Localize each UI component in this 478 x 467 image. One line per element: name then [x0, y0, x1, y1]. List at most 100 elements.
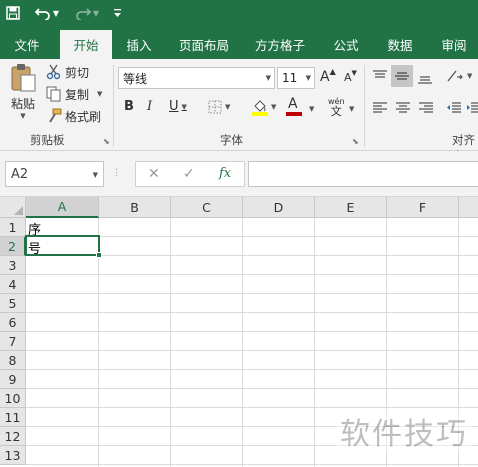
formula-input[interactable]: [248, 161, 478, 187]
increase-font-size-button[interactable]: A ▲: [320, 67, 336, 86]
underline-button[interactable]: U ▼: [169, 99, 187, 114]
ribbon: 粘贴 ▼ 剪切 复制 ▼ 格式刷 剪贴板 ⬊ 等线 ▼ 11 ▼ A ▲ A ▼ B…: [0, 59, 478, 163]
italic-button[interactable]: I: [147, 99, 152, 114]
row-header-12[interactable]: 12: [0, 427, 26, 446]
font-name-value: 等线: [123, 71, 148, 86]
enter-icon[interactable]: ✓: [183, 166, 195, 182]
row-header-2[interactable]: 2: [0, 237, 26, 256]
orientation-dropdown-icon[interactable]: ▼: [467, 72, 472, 80]
cancel-icon[interactable]: ✕: [148, 166, 160, 182]
clipboard-launcher-icon[interactable]: ⬊: [103, 137, 110, 146]
align-bottom-button[interactable]: [417, 71, 433, 85]
formula-bar-resize-handle[interactable]: · · ·: [115, 166, 118, 182]
decrease-indent-button[interactable]: [446, 101, 462, 115]
underline-dropdown-icon[interactable]: ▼: [182, 103, 187, 111]
select-all-button[interactable]: [0, 197, 26, 218]
borders-button[interactable]: ▼: [208, 100, 230, 114]
tab-review[interactable]: 审阅: [432, 30, 476, 59]
row-header-9[interactable]: 9: [0, 370, 26, 389]
formula-bar: A2 ▼ · · · ✕ ✓ fx: [0, 151, 478, 197]
redo-dropdown-icon[interactable]: ▼: [93, 9, 99, 18]
align-middle-button[interactable]: [391, 65, 413, 87]
tab-formulas[interactable]: 公式: [324, 30, 368, 59]
name-box-value: A2: [11, 166, 29, 182]
fill-color-button[interactable]: ▼: [252, 98, 276, 116]
border-icon: [208, 100, 222, 114]
align-right-icon: [419, 102, 433, 113]
decrease-font-size-button[interactable]: A ▼: [344, 69, 357, 85]
font-color-dropdown-icon[interactable]: ▼: [309, 105, 314, 113]
font-color-button[interactable]: A: [286, 97, 302, 116]
paint-bucket-icon: [252, 100, 268, 116]
name-box[interactable]: A2 ▼: [5, 161, 104, 187]
customize-qat-icon[interactable]: [110, 3, 124, 23]
bold-button[interactable]: B: [124, 99, 134, 114]
align-bottom-icon: [418, 76, 432, 84]
tab-page-layout[interactable]: 页面布局: [172, 30, 236, 59]
undo-button[interactable]: ▼: [32, 3, 62, 23]
copy-button[interactable]: 复制 ▼: [46, 85, 102, 103]
row-header-13[interactable]: 13: [0, 446, 26, 465]
chevron-down-icon[interactable]: ▼: [93, 171, 98, 179]
paste-button[interactable]: 粘贴 ▼: [6, 63, 40, 127]
align-top-icon: [373, 70, 387, 78]
column-header-e[interactable]: E: [315, 197, 387, 218]
column-header-f[interactable]: F: [387, 197, 459, 218]
quick-access-toolbar: ▼ ▼: [0, 0, 478, 26]
active-cell-a2[interactable]: [25, 235, 102, 258]
row-header-3[interactable]: 3: [0, 256, 26, 275]
row-header-6[interactable]: 6: [0, 313, 26, 332]
row-header-10[interactable]: 10: [0, 389, 26, 408]
tab-home[interactable]: 开始: [60, 30, 112, 59]
undo-dropdown-icon[interactable]: ▼: [53, 9, 59, 18]
format-painter-button[interactable]: 格式刷: [46, 107, 101, 125]
gridline: [26, 388, 478, 389]
align-left-icon: [373, 102, 387, 113]
tab-fangfange[interactable]: 方方格子: [248, 30, 312, 59]
worksheet-grid[interactable]: A B C D E F 1 2 3 4 5 6 7 8 9 10 11 12 1…: [0, 197, 478, 467]
tab-insert[interactable]: 插入: [118, 30, 160, 59]
font-launcher-icon[interactable]: ⬊: [352, 137, 359, 146]
font-size-select[interactable]: 11 ▼: [277, 67, 315, 89]
phonetic-dropdown-icon[interactable]: ▼: [349, 105, 354, 113]
gridline: [26, 350, 478, 351]
paste-dropdown-icon[interactable]: ▼: [20, 112, 25, 120]
copy-icon: [46, 86, 61, 102]
column-header-c[interactable]: C: [171, 197, 243, 218]
column-header-g[interactable]: [459, 197, 478, 218]
row-header-8[interactable]: 8: [0, 351, 26, 370]
copy-dropdown-icon[interactable]: ▼: [97, 90, 102, 98]
font-name-select[interactable]: 等线 ▼: [118, 67, 275, 89]
cut-button[interactable]: 剪切: [46, 63, 89, 81]
gridline: [26, 464, 478, 465]
row-header-1[interactable]: 1: [0, 218, 26, 237]
column-header-d[interactable]: D: [243, 197, 315, 218]
tab-file[interactable]: 文件: [2, 30, 52, 59]
fill-color-dropdown-icon[interactable]: ▼: [271, 103, 276, 111]
redo-button[interactable]: ▼: [72, 3, 102, 23]
borders-dropdown-icon[interactable]: ▼: [225, 103, 230, 111]
chevron-down-icon: ▼: [265, 74, 271, 82]
orientation-button[interactable]: ▼: [446, 69, 472, 83]
fill-handle[interactable]: [96, 252, 102, 258]
align-center-button[interactable]: [395, 101, 411, 115]
divider: [364, 65, 365, 147]
align-left-button[interactable]: [372, 101, 388, 115]
save-icon[interactable]: [4, 3, 22, 23]
row-header-7[interactable]: 7: [0, 332, 26, 351]
gridline: [26, 331, 478, 332]
row-header-4[interactable]: 4: [0, 275, 26, 294]
column-header-a[interactable]: A: [26, 197, 99, 218]
phonetic-guide-button[interactable]: wén 文: [328, 97, 345, 118]
font-group-label: 字体: [220, 133, 243, 147]
gridline: [26, 407, 478, 408]
increase-indent-button[interactable]: [466, 101, 478, 115]
insert-function-icon[interactable]: fx: [219, 166, 231, 181]
grow-font-icon: A: [320, 69, 330, 85]
column-header-b[interactable]: B: [99, 197, 171, 218]
align-right-button[interactable]: [418, 101, 434, 115]
row-header-5[interactable]: 5: [0, 294, 26, 313]
row-header-11[interactable]: 11: [0, 408, 26, 427]
align-top-button[interactable]: [372, 69, 388, 83]
tab-data[interactable]: 数据: [378, 30, 422, 59]
